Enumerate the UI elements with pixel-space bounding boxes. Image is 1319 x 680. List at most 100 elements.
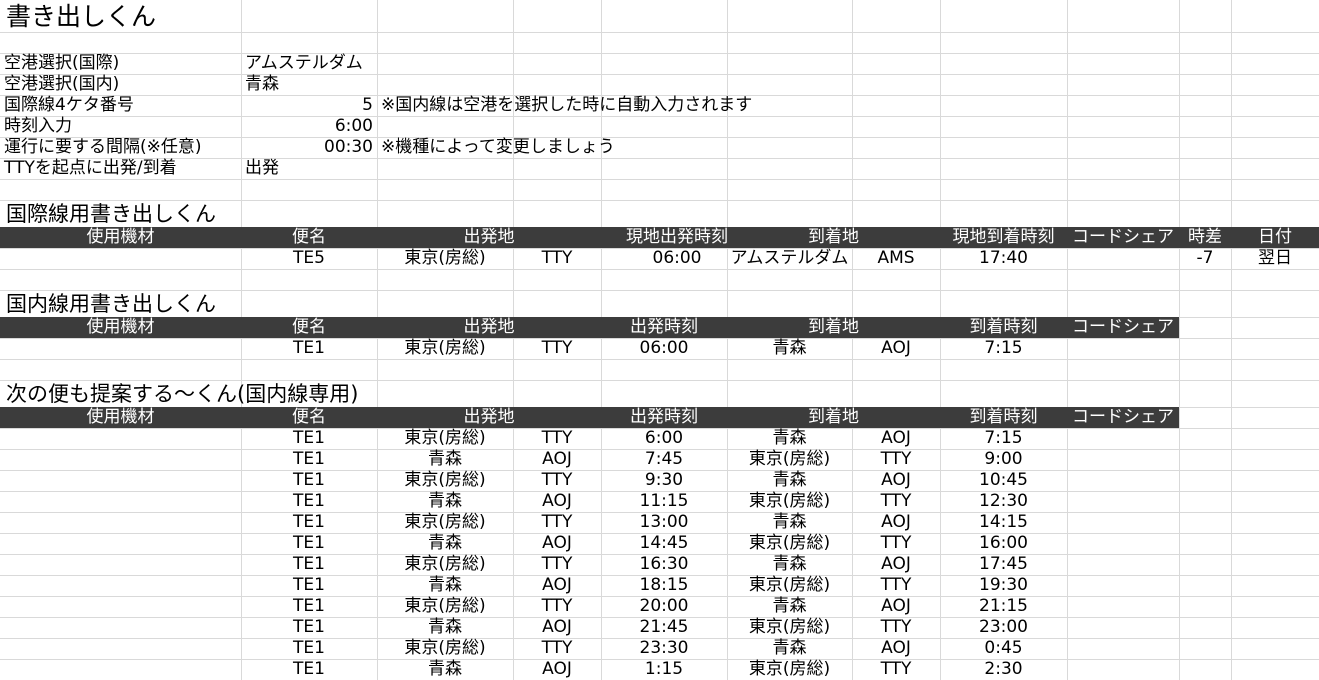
next-flight[interactable]: TE1 [241,428,377,449]
next-dep-time[interactable]: 9:30 [601,470,727,491]
dom-header-dep-time[interactable]: 出発時刻 [601,317,727,338]
next-origin-code[interactable]: TTY [513,470,601,491]
next-dep-time[interactable]: 16:30 [601,554,727,575]
next-flight[interactable]: TE1 [241,659,377,680]
next-dest-code[interactable]: AOJ [852,428,940,449]
next-origin[interactable]: 青森 [377,617,513,638]
setting-label-intl-airport[interactable]: 空港選択(国際) [0,53,240,74]
next-dep-time[interactable]: 13:00 [601,512,727,533]
next-origin[interactable]: 青森 [377,533,513,554]
next-flight[interactable]: TE1 [241,512,377,533]
intl-header-arr-time[interactable]: 現地到着時刻 [940,227,1067,248]
intl-dest[interactable]: アムステルダム [727,248,852,269]
next-flight[interactable]: TE1 [241,638,377,659]
next-dest-code[interactable]: TTY [852,617,940,638]
next-arr-time[interactable]: 14:15 [940,512,1067,533]
setting-value-flight-number[interactable]: 5 [241,95,377,116]
next-dest-code[interactable]: AOJ [852,554,940,575]
next-origin-code[interactable]: AOJ [513,659,601,680]
next-dep-time[interactable]: 7:45 [601,449,727,470]
dom-arr-time[interactable]: 7:15 [940,338,1067,359]
next-header-arr-time[interactable]: 到着時刻 [940,407,1067,428]
next-dest[interactable]: 東京(房総) [727,491,852,512]
next-dep-time[interactable]: 6:00 [601,428,727,449]
next-arr-time[interactable]: 16:00 [940,533,1067,554]
next-header-equipment[interactable]: 使用機材 [0,407,241,428]
next-dest[interactable]: 青森 [727,512,852,533]
next-dest[interactable]: 東京(房総) [727,617,852,638]
intl-header-origin[interactable]: 出発地 [377,227,601,248]
dom-dest[interactable]: 青森 [727,338,852,359]
next-dest[interactable]: 東京(房総) [727,533,852,554]
setting-label-dom-airport[interactable]: 空港選択(国内) [0,74,240,95]
intl-header-date[interactable]: 日付 [1231,227,1319,248]
setting-value-intl-airport[interactable]: アムステルダム [241,53,377,74]
intl-arr-time[interactable]: 17:40 [940,248,1067,269]
setting-value-time-input[interactable]: 6:00 [241,116,377,137]
next-dest[interactable]: 青森 [727,554,852,575]
next-origin[interactable]: 青森 [377,491,513,512]
setting-value-tty-base[interactable]: 出発 [241,158,377,179]
dom-header-codeshare[interactable]: コードシェア [1067,317,1179,338]
dom-header-arr-time[interactable]: 到着時刻 [940,317,1067,338]
next-header-dep-time[interactable]: 出発時刻 [601,407,727,428]
next-dest-code[interactable]: TTY [852,533,940,554]
dom-origin[interactable]: 東京(房総) [377,338,513,359]
next-origin-code[interactable]: TTY [513,596,601,617]
next-origin-code[interactable]: AOJ [513,617,601,638]
next-flight[interactable]: TE1 [241,491,377,512]
setting-value-interval[interactable]: 00:30 [241,137,377,158]
next-arr-time[interactable]: 12:30 [940,491,1067,512]
next-header-dest[interactable]: 到着地 [727,407,940,428]
next-origin[interactable]: 青森 [377,575,513,596]
dom-dest-code[interactable]: AOJ [852,338,940,359]
next-origin-code[interactable]: TTY [513,428,601,449]
intl-header-flight[interactable]: 便名 [241,227,377,248]
intl-header-equipment[interactable]: 使用機材 [0,227,241,248]
next-origin-code[interactable]: TTY [513,554,601,575]
next-dep-time[interactable]: 11:15 [601,491,727,512]
setting-value-dom-airport[interactable]: 青森 [241,74,377,95]
intl-dest-code[interactable]: AMS [852,248,940,269]
next-origin[interactable]: 東京(房総) [377,638,513,659]
next-origin-code[interactable]: AOJ [513,575,601,596]
next-origin[interactable]: 東京(房総) [377,596,513,617]
next-arr-time[interactable]: 17:45 [940,554,1067,575]
next-dep-time[interactable]: 21:45 [601,617,727,638]
next-origin-code[interactable]: AOJ [513,449,601,470]
intl-origin-code[interactable]: TTY [513,248,601,269]
intl-tz[interactable]: -7 [1179,248,1231,269]
next-arr-time[interactable]: 2:30 [940,659,1067,680]
next-origin[interactable]: 東京(房総) [377,554,513,575]
intl-header-tz[interactable]: 時差 [1179,227,1231,248]
next-origin[interactable]: 青森 [377,449,513,470]
next-dep-time[interactable]: 20:00 [601,596,727,617]
next-arr-time[interactable]: 10:45 [940,470,1067,491]
next-origin[interactable]: 東京(房総) [377,428,513,449]
next-flight[interactable]: TE1 [241,449,377,470]
next-dest-code[interactable]: AOJ [852,512,940,533]
next-origin[interactable]: 青森 [377,659,513,680]
next-header-origin[interactable]: 出発地 [377,407,601,428]
next-dep-time[interactable]: 14:45 [601,533,727,554]
dom-header-origin[interactable]: 出発地 [377,317,601,338]
next-arr-time[interactable]: 7:15 [940,428,1067,449]
next-dest[interactable]: 青森 [727,596,852,617]
setting-label-tty-base[interactable]: TTYを起点に出発/到着 [0,158,240,179]
intl-header-dest[interactable]: 到着地 [727,227,940,248]
next-dest[interactable]: 青森 [727,638,852,659]
setting-note-flight-number[interactable]: ※国内線は空港を選択した時に自動入力されます [377,95,797,116]
dom-dep-time[interactable]: 06:00 [601,338,727,359]
next-origin-code[interactable]: AOJ [513,533,601,554]
next-dest-code[interactable]: AOJ [852,638,940,659]
next-dest-code[interactable]: TTY [852,449,940,470]
dom-flight[interactable]: TE1 [241,338,377,359]
intl-origin[interactable]: 東京(房総) [377,248,513,269]
next-dest[interactable]: 東京(房総) [727,449,852,470]
intl-date[interactable]: 翌日 [1231,248,1319,269]
dom-header-flight[interactable]: 便名 [241,317,377,338]
next-dest[interactable]: 青森 [727,428,852,449]
next-dest[interactable]: 東京(房総) [727,575,852,596]
next-arr-time[interactable]: 0:45 [940,638,1067,659]
next-origin-code[interactable]: TTY [513,512,601,533]
